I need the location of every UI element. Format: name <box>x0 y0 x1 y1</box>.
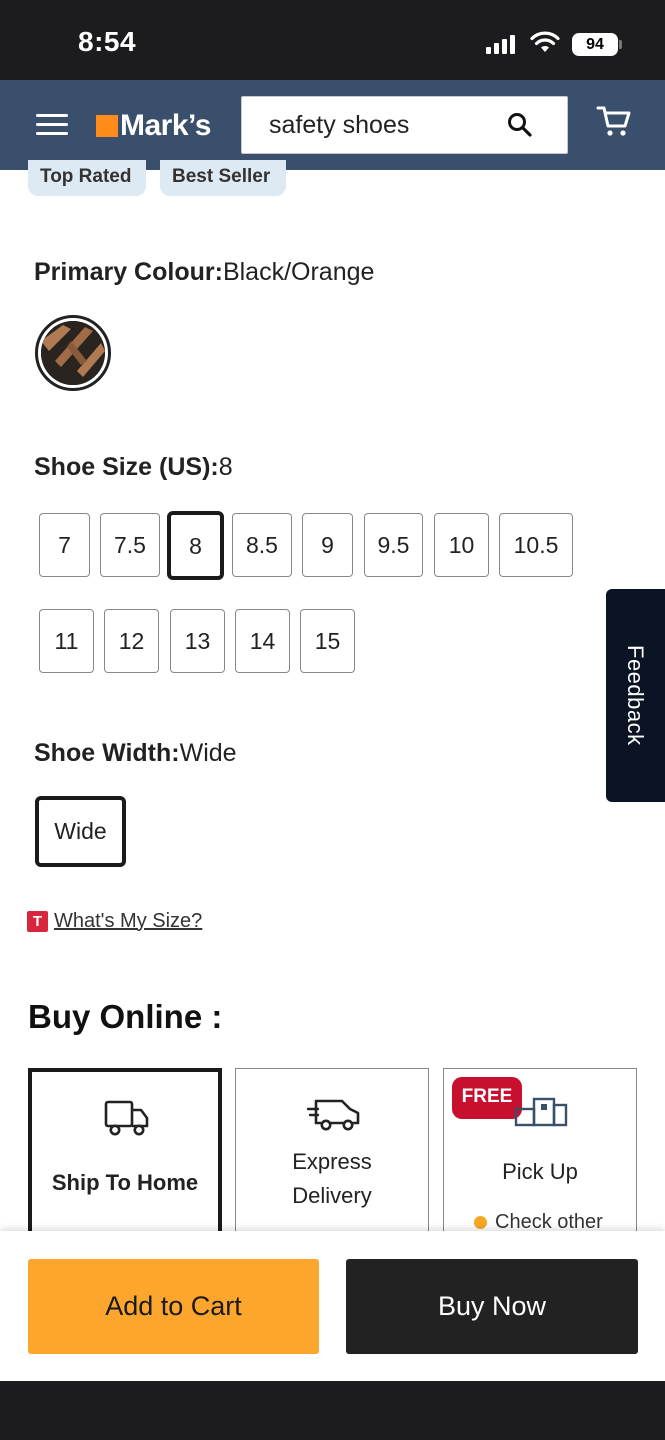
whats-my-size-link[interactable]: What's My Size? <box>54 910 202 933</box>
colour-swatch-black-orange[interactable] <box>35 315 111 391</box>
size-option-7-5[interactable]: 7.5 <box>100 513 160 577</box>
marks-logo[interactable]: Mark’s <box>96 106 211 146</box>
primary-colour-label: Primary Colour:Black/Orange <box>34 258 374 287</box>
size-option-13[interactable]: 13 <box>170 609 225 673</box>
size-option-10[interactable]: 10 <box>434 513 489 577</box>
size-option-11[interactable]: 11 <box>39 609 94 673</box>
width-option-wide[interactable]: Wide <box>35 796 126 867</box>
logo-square-icon <box>96 115 118 137</box>
size-option-9[interactable]: 9 <box>302 513 353 577</box>
ship-to-home-label: Ship To Home <box>51 1170 199 1195</box>
size-option-7[interactable]: 7 <box>39 513 90 577</box>
pick-up-label: Pick Up <box>502 1159 578 1184</box>
primary-colour-title: Primary Colour: <box>34 258 223 286</box>
size-guide-row: T What's My Size? <box>27 908 202 934</box>
search-input[interactable]: safety shoes <box>241 96 568 154</box>
status-bar: 8:54 94 <box>0 0 665 80</box>
size-guide-t-icon: T <box>27 910 48 932</box>
size-option-8[interactable]: 8 <box>167 511 224 580</box>
search-value: safety shoes <box>269 111 410 139</box>
system-home-bar <box>0 1381 665 1440</box>
search-icon[interactable] <box>506 111 534 139</box>
free-badge: FREE <box>452 1077 522 1119</box>
status-time: 8:54 <box>78 26 137 57</box>
ship-to-home-option[interactable]: Ship To Home <box>28 1068 222 1243</box>
add-to-cart-button[interactable]: Add to Cart <box>28 1259 319 1354</box>
swatch-pattern-icon <box>41 321 105 385</box>
pickup-boxes-icon <box>514 1097 568 1127</box>
size-option-14[interactable]: 14 <box>235 609 290 673</box>
pick-up-option[interactable]: FREE Pick Up Check other <box>443 1068 637 1243</box>
buy-online-title: Buy Online : <box>28 998 223 1035</box>
battery-indicator: 94 <box>572 33 618 56</box>
buy-now-button[interactable]: Buy Now <box>346 1259 638 1354</box>
express-label-line2: Delivery <box>292 1183 372 1208</box>
size-option-9-5[interactable]: 9.5 <box>364 513 423 577</box>
feedback-label: Feedback <box>623 645 648 746</box>
express-delivery-option[interactable]: Express Delivery <box>235 1068 429 1243</box>
wifi-icon <box>530 31 560 52</box>
signal-icon <box>486 34 516 54</box>
express-label-line1: Express <box>292 1149 372 1174</box>
size-option-8-5[interactable]: 8.5 <box>232 513 292 577</box>
logo-text: Mark’s <box>120 109 211 142</box>
shoe-size-label: Shoe Size (US):8 <box>34 453 233 482</box>
express-van-icon <box>306 1099 360 1131</box>
size-option-12[interactable]: 12 <box>104 609 159 673</box>
availability-dot-icon <box>474 1216 487 1229</box>
shoe-size-value: 8 <box>218 453 233 481</box>
shoe-width-title: Shoe Width: <box>34 739 180 767</box>
menu-icon[interactable] <box>36 114 68 136</box>
tag-best-seller: Best Seller <box>160 160 286 196</box>
size-option-10-5[interactable]: 10.5 <box>499 513 573 577</box>
feedback-tab[interactable]: Feedback <box>606 589 665 802</box>
shoe-width-value: Wide <box>179 739 237 767</box>
cart-icon[interactable] <box>596 104 632 138</box>
primary-colour-value: Black/Orange <box>222 258 375 286</box>
tag-top-rated: Top Rated <box>28 160 146 196</box>
battery-nub <box>619 40 622 49</box>
shoe-width-label: Shoe Width:Wide <box>34 739 237 768</box>
truck-icon <box>104 1100 149 1136</box>
shoe-size-title: Shoe Size (US): <box>34 453 219 481</box>
size-option-15[interactable]: 15 <box>300 609 355 673</box>
